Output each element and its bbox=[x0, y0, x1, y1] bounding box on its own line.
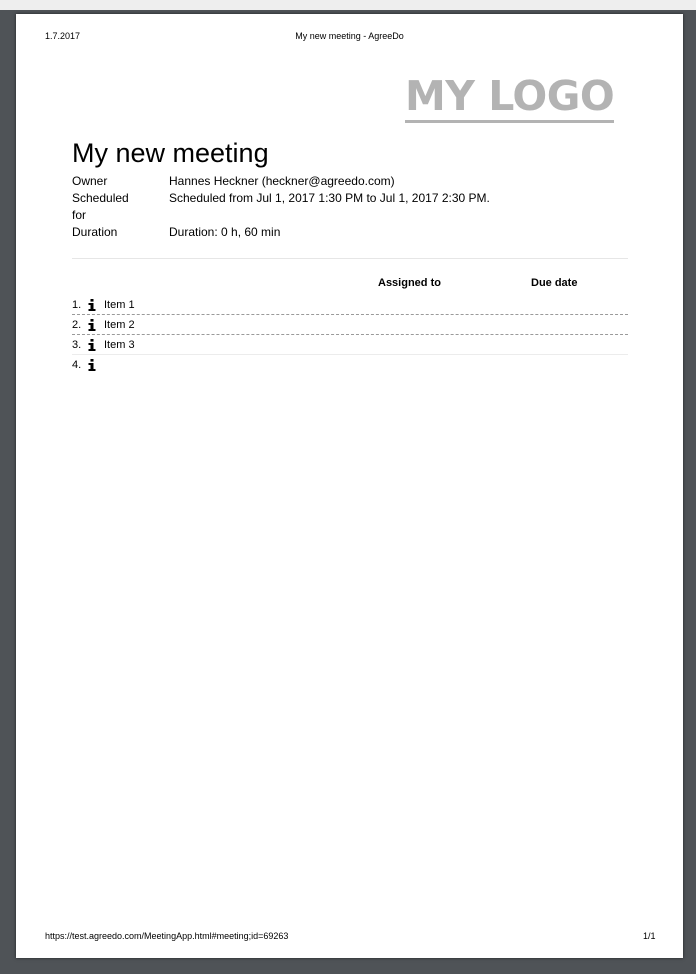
column-header-assigned-to: Assigned to bbox=[378, 277, 441, 289]
meeting-title: My new meeting bbox=[72, 138, 269, 168]
info-icon bbox=[87, 338, 97, 351]
section-divider bbox=[72, 258, 628, 259]
column-header-due-date: Due date bbox=[531, 277, 578, 289]
agenda-item-label: Item 2 bbox=[104, 318, 135, 331]
print-header-title: My new meeting - AgreeDo bbox=[295, 31, 404, 41]
agenda-item-4: 4. bbox=[72, 355, 628, 374]
print-page: 1.7.2017 My new meeting - AgreeDo MY LOG… bbox=[16, 14, 683, 958]
duration-label: Duration bbox=[72, 225, 118, 239]
agenda-item-number: 2. bbox=[72, 318, 82, 331]
scheduled-row: Scheduled for Scheduled from Jul 1, 2017… bbox=[72, 190, 490, 224]
agenda-items: 1. Item 1 2. Item 2 3. Item 3 4. bbox=[72, 295, 628, 374]
info-icon bbox=[87, 358, 97, 371]
agenda-item-3: 3. Item 3 bbox=[72, 335, 628, 355]
agenda-item-number: 1. bbox=[72, 298, 82, 311]
scheduled-label: Scheduled for bbox=[72, 191, 129, 222]
agenda-item-label: Item 1 bbox=[104, 298, 135, 311]
company-logo: MY LOGO bbox=[405, 76, 615, 123]
owner-row: Owner Hannes Heckner (heckner@agreedo.co… bbox=[72, 173, 490, 190]
agenda-item-label: Item 3 bbox=[104, 338, 135, 351]
duration-row: Duration Duration: 0 h, 60 min bbox=[72, 224, 490, 241]
owner-value: Hannes Heckner (heckner@agreedo.com) bbox=[169, 174, 395, 188]
agenda-item-number: 4. bbox=[72, 358, 82, 371]
info-icon bbox=[87, 318, 97, 331]
viewer-top-strip bbox=[0, 0, 696, 10]
scheduled-value: Scheduled from Jul 1, 2017 1:30 PM to Ju… bbox=[169, 191, 490, 205]
duration-value: Duration: 0 h, 60 min bbox=[169, 225, 281, 239]
agenda-item-number: 3. bbox=[72, 338, 82, 351]
owner-label: Owner bbox=[72, 174, 108, 188]
print-footer-url: https://test.agreedo.com/MeetingApp.html… bbox=[45, 931, 289, 941]
agenda-item-2: 2. Item 2 bbox=[72, 315, 628, 335]
info-icon bbox=[87, 298, 97, 311]
meeting-info: Owner Hannes Heckner (heckner@agreedo.co… bbox=[72, 173, 490, 241]
print-footer-page-number: 1/1 bbox=[643, 931, 656, 941]
agenda-item-1: 1. Item 1 bbox=[72, 295, 628, 315]
